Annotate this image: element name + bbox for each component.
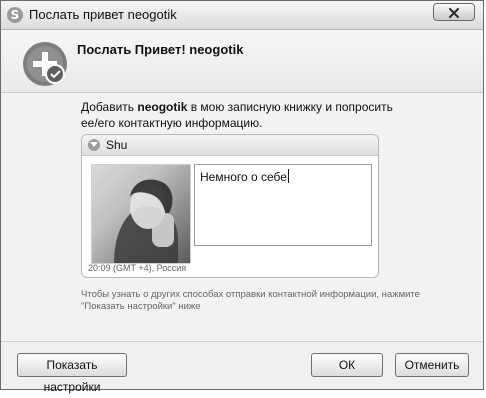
add-contact-icon [19,38,71,94]
title-bar: S Послать привет neogotik [1,1,483,30]
contact-card-header: Shu [82,135,378,156]
ok-button[interactable]: ОК [311,353,383,377]
dialog-header: Послать Привет! neogotik [1,30,483,93]
close-button[interactable] [433,3,475,21]
description-name: neogotik [137,100,188,114]
description-prefix: Добавить [81,100,138,114]
contact-name: Shu [106,138,128,152]
skype-icon: S [7,7,23,23]
send-hello-dialog: S Послать привет neogotik Послать Привет… [0,0,484,394]
about-me-text: Немного о себе [200,169,289,184]
show-settings-button[interactable]: Показать настройки [17,353,127,394]
request-description: Добавить neogotik в мою записную книжку … [81,99,411,131]
contact-meta: 20:09 (GMT +4), Россия [88,263,187,273]
window-title: Послать привет neogotik [29,7,177,22]
text-cursor [287,169,289,183]
settings-hint: Чтобы узнать о других способах отправки … [81,289,420,312]
contact-card: Shu Немного о себе 20:09 (GMT +4), Росси… [81,134,379,278]
close-icon [449,8,459,18]
header-title: Послать Привет! neogotik [77,42,244,57]
chevron-down-icon[interactable] [88,139,100,151]
about-me-textarea[interactable]: Немного о себе [194,164,372,246]
avatar [91,164,191,264]
cancel-button[interactable]: Отменить [395,353,469,377]
dialog-footer: Показать настройки ОК Отменить [1,341,483,394]
